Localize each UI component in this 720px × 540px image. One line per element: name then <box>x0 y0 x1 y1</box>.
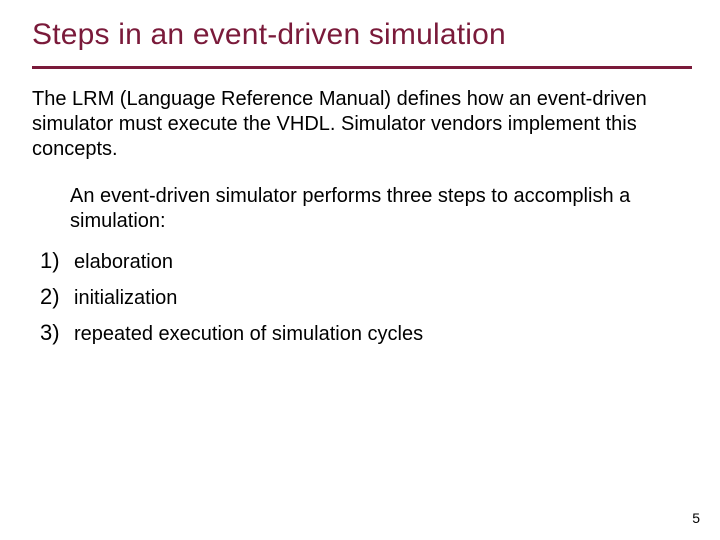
steps-list: 1) elaboration 2) initialization 3) repe… <box>40 248 692 346</box>
slide-title: Steps in an event-driven simulation <box>32 18 692 52</box>
list-item: 2) initialization <box>40 284 692 310</box>
step-number: 2) <box>40 284 74 310</box>
list-item: 3) repeated execution of simulation cycl… <box>40 320 692 346</box>
step-number: 3) <box>40 320 74 346</box>
step-label: initialization <box>74 287 177 310</box>
step-label: elaboration <box>74 251 173 274</box>
step-label: repeated execution of simulation cycles <box>74 323 423 346</box>
list-item: 1) elaboration <box>40 248 692 274</box>
subintro-paragraph: An event-driven simulator performs three… <box>70 184 660 234</box>
title-divider <box>32 66 692 69</box>
page-number: 5 <box>692 510 700 526</box>
step-number: 1) <box>40 248 74 274</box>
intro-paragraph: The LRM (Language Reference Manual) defi… <box>32 87 672 162</box>
